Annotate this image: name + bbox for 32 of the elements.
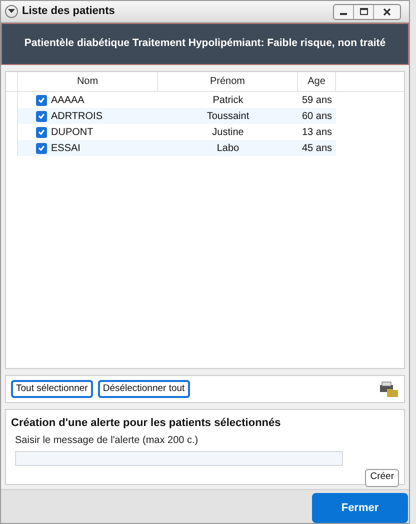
- row-checkbox[interactable]: [36, 142, 47, 154]
- alert-label: Saisir le message de l'alerte (max 200 c.): [15, 434, 200, 448]
- table-cell-text: Labo: [216, 142, 240, 156]
- table-cell-text: Patrick: [212, 94, 244, 108]
- row-checkbox[interactable]: [36, 126, 47, 138]
- alert-title: Création d'une alerte pour les patients sélectionnés: [11, 416, 282, 431]
- row-checkbox[interactable]: [36, 110, 47, 122]
- table-cell-text: ADRTROIS: [51, 110, 102, 124]
- table-cell-text: 59 ans: [300, 94, 334, 108]
- table-cell-text: ESSAI: [51, 142, 80, 156]
- table-cell-text: Justine: [211, 126, 245, 140]
- row-checkbox[interactable]: [36, 94, 47, 106]
- window-title: Liste des patients: [22, 4, 116, 20]
- column-header[interactable]: Prénom: [158, 72, 298, 91]
- table-cell-text: 45 ans: [300, 142, 334, 156]
- alert-message-field[interactable]: [15, 450, 343, 466]
- column-header[interactable]: Age: [298, 72, 336, 91]
- table-cell-text: DUPONT: [51, 126, 94, 140]
- table-cell-text: AAAAA: [51, 94, 84, 108]
- printer-folder-icon[interactable]: [379, 381, 399, 397]
- table-row[interactable]: ADRTROIS Toussaint 60 ans: [6, 108, 336, 124]
- create-button[interactable]: Créer: [365, 468, 399, 486]
- selection-button[interactable]: Désélectionner tout: [98, 380, 190, 398]
- column-header[interactable]: Nom: [18, 72, 158, 91]
- table-cell-text: Toussaint: [206, 110, 250, 124]
- selection-button[interactable]: Tout sélectionner: [11, 380, 93, 398]
- table-cell-text: 13 ans: [300, 126, 334, 140]
- header-title: Patientèle diabétique Traitement Hypolipémiant: Faible risque, non traité: [24, 36, 386, 52]
- window-menu-icon[interactable]: [5, 5, 18, 18]
- close-button[interactable]: Fermer: [312, 493, 408, 523]
- table-row[interactable]: ESSAI Labo 45 ans: [6, 140, 336, 156]
- table-cell-text: 60 ans: [300, 110, 334, 124]
